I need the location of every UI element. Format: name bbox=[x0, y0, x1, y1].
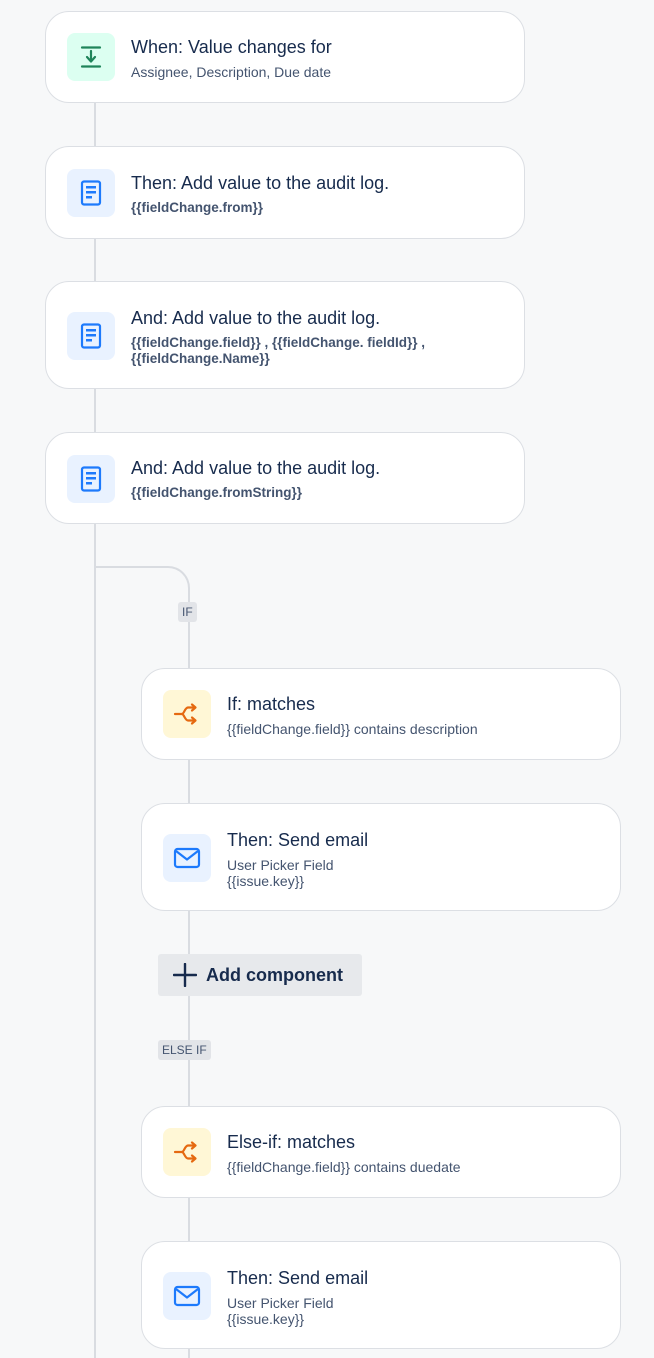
plus-icon bbox=[172, 962, 198, 988]
audit-log-card[interactable]: And: Add value to the audit log. {{field… bbox=[45, 432, 525, 524]
audit-log-title: And: Add value to the audit log. bbox=[131, 308, 381, 328]
automation-rule-flow: When: Value changes for Assignee, Descri… bbox=[0, 0, 654, 1358]
branch-icon bbox=[173, 1141, 197, 1163]
trigger-card[interactable]: When: Value changes for Assignee, Descri… bbox=[45, 11, 525, 103]
document-icon bbox=[80, 466, 102, 492]
audit-log-title: Then: Add value to the audit log. bbox=[131, 173, 390, 193]
trigger-icon-tile bbox=[67, 33, 115, 81]
audit-log-value: {{fieldChange.from}} bbox=[131, 200, 264, 215]
audit-log-value: {{fieldChange.fromString}} bbox=[131, 485, 303, 500]
trigger-subtitle: Assignee, Description, Due date bbox=[131, 64, 331, 80]
audit-log-value-line: {{fieldChange.field}} , {{fieldChange. f… bbox=[131, 335, 426, 350]
send-email-title: Then: Send email bbox=[227, 1268, 369, 1288]
download-arrow-icon bbox=[80, 46, 102, 68]
send-email-subject: {{issue.key}} bbox=[227, 873, 305, 889]
audit-log-card[interactable]: Then: Add value to the audit log. {{fiel… bbox=[45, 146, 525, 239]
email-icon-tile bbox=[163, 1272, 211, 1320]
send-email-recipient: User Picker Field bbox=[227, 857, 334, 873]
main-trunk-line bbox=[94, 523, 96, 1358]
audit-log-value-line: {{fieldChange.Name}} bbox=[131, 351, 270, 366]
audit-log-value: {{fieldChange.field}} , {{fieldChange. f… bbox=[131, 335, 425, 367]
connector-line bbox=[94, 238, 96, 282]
envelope-icon bbox=[173, 1285, 201, 1307]
audit-log-icon-tile bbox=[67, 455, 115, 503]
else-if-condition-title: Else-if: matches bbox=[227, 1132, 356, 1152]
condition-icon-tile bbox=[163, 690, 211, 738]
document-icon bbox=[80, 323, 102, 349]
audit-log-icon-tile bbox=[67, 169, 115, 217]
audit-log-card[interactable]: And: Add value to the audit log. {{field… bbox=[45, 281, 525, 389]
send-email-recipient: User Picker Field bbox=[227, 1295, 334, 1311]
add-component-button[interactable]: Add component bbox=[158, 954, 362, 996]
envelope-icon bbox=[173, 847, 201, 869]
send-email-subject: {{issue.key}} bbox=[227, 1311, 305, 1327]
if-condition-card[interactable]: If: matches {{fieldChange.field}} contai… bbox=[141, 668, 621, 760]
connector-line bbox=[94, 102, 96, 147]
else-if-condition-card[interactable]: Else-if: matches {{fieldChange.field}} c… bbox=[141, 1106, 621, 1198]
audit-log-icon-tile bbox=[67, 312, 115, 360]
audit-log-title: And: Add value to the audit log. bbox=[131, 458, 381, 478]
document-icon bbox=[80, 180, 102, 206]
send-email-title: Then: Send email bbox=[227, 830, 369, 850]
send-email-detail: User Picker Field {{issue.key}} bbox=[227, 857, 334, 889]
if-condition-title: If: matches bbox=[227, 694, 316, 714]
send-email-card[interactable]: Then: Send email User Picker Field {{iss… bbox=[141, 803, 621, 911]
condition-icon-tile bbox=[163, 1128, 211, 1176]
add-component-label: Add component bbox=[206, 964, 343, 985]
connector-line bbox=[94, 388, 96, 433]
branch-curve bbox=[94, 566, 190, 590]
else-if-condition-detail: {{fieldChange.field}} contains duedate bbox=[227, 1159, 461, 1175]
send-email-detail: User Picker Field {{issue.key}} bbox=[227, 1295, 334, 1327]
send-email-card[interactable]: Then: Send email User Picker Field {{iss… bbox=[141, 1241, 621, 1349]
email-icon-tile bbox=[163, 834, 211, 882]
branch-icon bbox=[173, 703, 197, 725]
if-condition-detail: {{fieldChange.field}} contains descripti… bbox=[227, 721, 478, 737]
trigger-title: When: Value changes for bbox=[131, 37, 332, 57]
else-if-branch-label: ELSE IF bbox=[158, 1040, 211, 1060]
if-branch-label: IF bbox=[178, 602, 197, 622]
